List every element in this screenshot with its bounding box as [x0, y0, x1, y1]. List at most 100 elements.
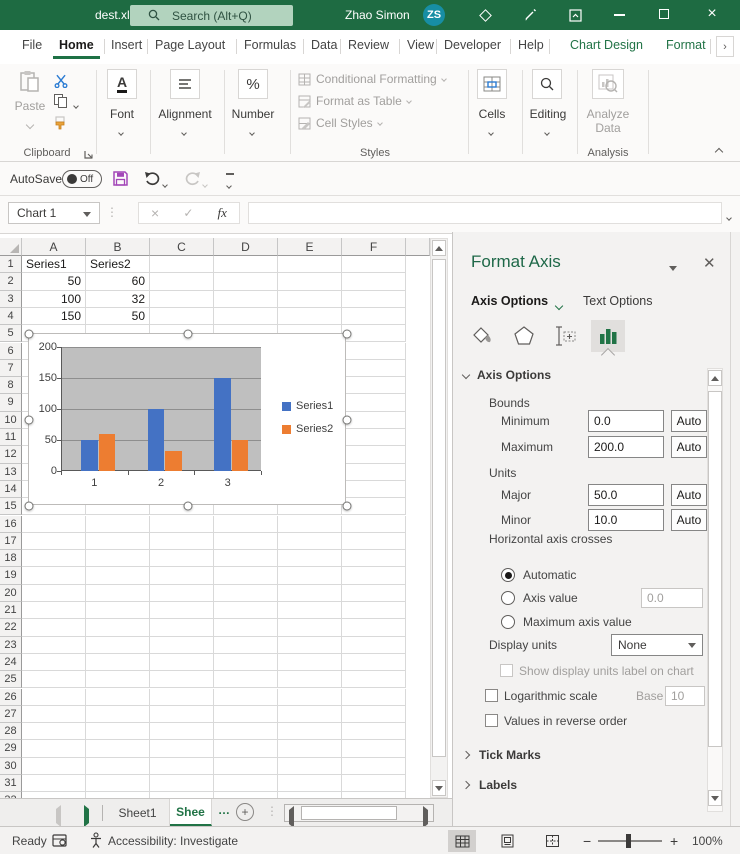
- row-header-2[interactable]: 2: [0, 273, 22, 290]
- user-name[interactable]: Zhao Simon: [345, 8, 410, 22]
- row-header-9[interactable]: 9: [0, 394, 22, 411]
- tab-insert[interactable]: Insert: [111, 38, 142, 52]
- minimize-button[interactable]: [614, 14, 625, 16]
- view-page-layout-button[interactable]: [493, 830, 521, 852]
- grid-cell[interactable]: [278, 533, 342, 550]
- grid-cell[interactable]: [150, 706, 214, 723]
- pane-scroll-down-icon[interactable]: [708, 790, 722, 806]
- insert-function-icon[interactable]: fx: [218, 205, 227, 221]
- grid-cell[interactable]: [150, 758, 214, 775]
- grid-cell[interactable]: [214, 291, 278, 308]
- grid-cell[interactable]: [214, 619, 278, 636]
- grid-cell[interactable]: [214, 740, 278, 757]
- row-header-18[interactable]: 18: [0, 550, 22, 567]
- grid-cell[interactable]: [278, 585, 342, 602]
- grid-cell[interactable]: [86, 671, 150, 688]
- reverse-order-label[interactable]: Values in reverse order: [504, 710, 627, 732]
- grid-cell[interactable]: [214, 758, 278, 775]
- zoom-slider-handle[interactable]: [626, 834, 631, 848]
- grid-cell[interactable]: [342, 619, 406, 636]
- selection-handle[interactable]: [25, 502, 34, 511]
- cut-icon[interactable]: [54, 74, 68, 91]
- grid-cell[interactable]: [22, 567, 86, 584]
- conditional-formatting-button[interactable]: Conditional Formatting: [298, 72, 446, 86]
- grid-cell[interactable]: [86, 723, 150, 740]
- avatar[interactable]: ZS: [423, 4, 445, 26]
- grid-cell[interactable]: [22, 550, 86, 567]
- horizontal-scrollbar[interactable]: [284, 804, 434, 822]
- tab-view[interactable]: View: [407, 38, 434, 52]
- grid-cell[interactable]: [278, 775, 342, 792]
- grid-cell[interactable]: [342, 637, 406, 654]
- vertical-scrollbar[interactable]: [430, 238, 448, 798]
- row-header-6[interactable]: 6: [0, 343, 22, 360]
- row-header-20[interactable]: 20: [0, 585, 22, 602]
- formula-input[interactable]: [248, 202, 722, 224]
- row-header-10[interactable]: 10: [0, 412, 22, 429]
- alignment-icon[interactable]: [170, 69, 200, 99]
- cancel-icon[interactable]: ×: [151, 205, 159, 221]
- grid-cell[interactable]: [150, 637, 214, 654]
- grid-cell[interactable]: [278, 516, 342, 533]
- row-header-14[interactable]: 14: [0, 481, 22, 498]
- grid-cell[interactable]: [22, 740, 86, 757]
- cell-styles-button[interactable]: Cell Styles: [298, 116, 382, 130]
- grid-cell[interactable]: [86, 689, 150, 706]
- grid-cell[interactable]: [214, 671, 278, 688]
- sheet-tab-sheet1[interactable]: Sheet1: [106, 799, 170, 826]
- grid-cell[interactable]: [22, 654, 86, 671]
- axis-options-section-header[interactable]: Axis Options: [463, 368, 551, 382]
- grid-cell[interactable]: [86, 706, 150, 723]
- grid-cell[interactable]: [342, 481, 406, 498]
- labels-section-header[interactable]: Labels: [463, 778, 517, 792]
- grid-cell[interactable]: [342, 446, 406, 463]
- grid-cell[interactable]: [278, 619, 342, 636]
- clipboard-dialog-launcher-icon[interactable]: [84, 148, 93, 162]
- close-button[interactable]: ×: [702, 4, 722, 24]
- grid-cell[interactable]: [150, 308, 214, 325]
- grid-cell[interactable]: 150: [22, 308, 86, 325]
- grid-cell[interactable]: [150, 273, 214, 290]
- pane-scroll-up-icon[interactable]: [708, 370, 722, 386]
- hscroll-right-icon[interactable]: [423, 810, 428, 824]
- grid-cell[interactable]: 50: [86, 308, 150, 325]
- undo-icon[interactable]: [144, 170, 161, 189]
- grid-cell[interactable]: [278, 602, 342, 619]
- undo-chevron-icon[interactable]: [163, 176, 167, 190]
- axis-value-label[interactable]: Axis value: [523, 587, 578, 609]
- save-icon[interactable]: [112, 170, 129, 190]
- automatic-radio[interactable]: [501, 568, 515, 582]
- analyze-data-button[interactable]: Analyze Data: [580, 107, 636, 135]
- automatic-label[interactable]: Automatic: [523, 564, 576, 586]
- grid-cell[interactable]: [86, 602, 150, 619]
- row-header-4[interactable]: 4: [0, 308, 22, 325]
- grid-cell[interactable]: [150, 533, 214, 550]
- chart-bar-series1-cat2[interactable]: [148, 409, 165, 471]
- row-header-17[interactable]: 17: [0, 533, 22, 550]
- autosave-toggle[interactable]: Off: [62, 170, 102, 188]
- axis-options-chevron-icon[interactable]: [556, 298, 562, 312]
- effects-icon[interactable]: [507, 320, 541, 352]
- grid-cell[interactable]: 32: [86, 291, 150, 308]
- grid-cell[interactable]: [342, 256, 406, 273]
- chart-bar-series1-cat3[interactable]: [214, 378, 231, 471]
- row-header-22[interactable]: 22: [0, 619, 22, 636]
- grid-cell[interactable]: [342, 758, 406, 775]
- grid-cell[interactable]: [278, 671, 342, 688]
- row-header-7[interactable]: 7: [0, 360, 22, 377]
- alignment-group-button[interactable]: Alignment: [152, 107, 218, 121]
- row-header-28[interactable]: 28: [0, 723, 22, 740]
- minor-auto-button[interactable]: Auto: [671, 509, 707, 531]
- grid-cell[interactable]: [150, 740, 214, 757]
- grid-cell[interactable]: [342, 412, 406, 429]
- row-header-8[interactable]: 8: [0, 377, 22, 394]
- grid-cell[interactable]: [150, 585, 214, 602]
- selection-handle[interactable]: [184, 330, 193, 339]
- grid-cell[interactable]: 100: [22, 291, 86, 308]
- analyze-data-icon[interactable]: [592, 69, 624, 99]
- row-header-29[interactable]: 29: [0, 740, 22, 757]
- sheet-nav-left-icon[interactable]: [56, 809, 61, 823]
- cells-group-button[interactable]: Cells: [462, 107, 522, 121]
- tab-chart-design[interactable]: Chart Design: [570, 38, 643, 52]
- grid-cell[interactable]: [342, 291, 406, 308]
